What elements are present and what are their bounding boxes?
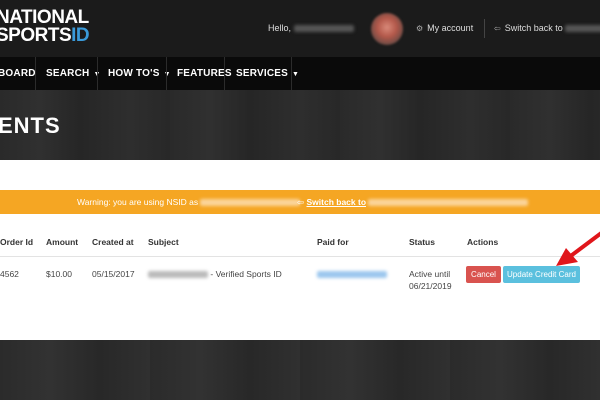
chevron-down-icon: ▼ <box>292 71 300 78</box>
nav-item-search[interactable]: SEARCH▼ <box>46 57 101 90</box>
avatar[interactable] <box>371 13 403 45</box>
switch-back-link[interactable]: ⇦ Switch back to <box>494 23 600 33</box>
nav-label: SEARCH <box>46 68 90 79</box>
redacted-subject-name <box>148 271 208 279</box>
page-hero <box>0 90 600 160</box>
impersonation-warning: Warning: you are using NSID as ⇦ Switch … <box>0 190 600 214</box>
nav-item-dashboard[interactable]: BOARD <box>0 57 36 90</box>
nav-label: SERVICES <box>236 68 288 79</box>
col-header-actions: Actions <box>467 237 499 247</box>
warning-switch-back-link[interactable]: ⇦ Switch back to <box>297 197 529 208</box>
gear-icon: ⚙ <box>416 24 424 33</box>
page-footer <box>0 340 600 400</box>
nav-label: BOARD <box>0 68 36 79</box>
col-header-paid-for[interactable]: Paid for <box>317 237 349 247</box>
switch-user-icon: ⇦ <box>297 197 305 207</box>
arrow-shaft <box>566 231 600 260</box>
cell-created-at: 05/15/2017 <box>92 269 135 279</box>
redacted-switch-name <box>565 25 600 33</box>
redacted-original-user <box>368 199 529 207</box>
cell-order-id: 4562 <box>0 269 19 279</box>
cell-amount: $10.00 <box>46 269 72 279</box>
warning-switch-back-label: Switch back to <box>306 197 367 207</box>
cell-paid-for[interactable] <box>317 268 387 280</box>
logo-line2-id: ID <box>71 25 90 46</box>
red-arrow-annotation <box>556 231 600 266</box>
cell-subject: - Verified Sports ID <box>148 268 282 280</box>
col-header-status[interactable]: Status <box>409 237 435 247</box>
col-header-amount[interactable]: Amount <box>46 237 78 247</box>
page-title: ENTS <box>0 113 61 138</box>
redacted-user-name <box>293 25 354 33</box>
logo-line2-sports: SPORTS <box>0 25 72 46</box>
nav-divider <box>97 57 98 90</box>
my-account-link[interactable]: ⚙ My account <box>416 23 473 33</box>
nav-item-how-tos[interactable]: HOW TO'S ▼ <box>108 57 171 90</box>
nav-label: HOW TO'S <box>108 68 160 79</box>
warning-text: Warning: you are using NSID as <box>77 197 199 207</box>
main-nav: BOARD SEARCH▼ HOW TO'S▼ FEATURES SERVICE… <box>0 57 600 90</box>
my-account-label: My account <box>427 23 474 33</box>
cell-status: Active until 06/21/2019 <box>409 268 452 292</box>
header-divider <box>484 19 485 38</box>
switch-user-icon: ⇦ <box>494 24 501 33</box>
col-header-subject[interactable]: Subject <box>148 237 179 247</box>
nav-divider <box>224 57 225 90</box>
nav-divider <box>166 57 167 90</box>
site-logo[interactable]: NATIONAL SPORTSID <box>0 8 90 46</box>
col-header-created-at[interactable]: Created at <box>92 237 134 247</box>
redacted-paid-for-link[interactable] <box>317 271 387 279</box>
nav-divider <box>35 57 36 90</box>
nav-item-services[interactable]: SERVICES ▼ <box>236 57 299 90</box>
status-date: 06/21/2019 <box>409 281 452 291</box>
warning-message: Warning: you are using NSID as <box>77 197 301 207</box>
switch-back-label: Switch back to <box>504 23 563 33</box>
top-header: NATIONAL SPORTSID Hello, ⚙ My account ⇦ Sw… <box>0 0 600 57</box>
col-header-order-id[interactable]: Order Id <box>0 237 33 247</box>
subject-suffix: - Verified Sports ID <box>210 269 282 279</box>
redacted-impersonated-user <box>200 199 301 207</box>
greeting-label: Hello, <box>268 23 292 33</box>
greeting: Hello, <box>268 23 354 33</box>
chevron-down-icon: ▼ <box>163 71 171 78</box>
nav-divider <box>291 57 292 90</box>
status-text: Active until <box>409 269 451 279</box>
table-header-divider <box>0 256 600 257</box>
cancel-button[interactable]: Cancel <box>466 266 501 283</box>
